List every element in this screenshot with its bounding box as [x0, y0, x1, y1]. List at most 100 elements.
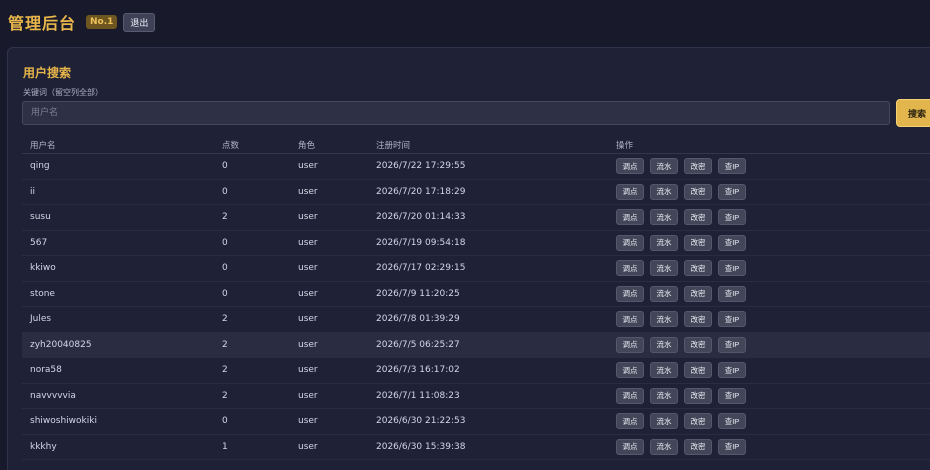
check-ip-button[interactable]: 查IP: [718, 183, 746, 200]
check-ip-button[interactable]: 查IP: [718, 438, 746, 455]
points-cell: 0: [222, 263, 228, 274]
username-search-input[interactable]: [22, 101, 890, 125]
points-cell: 0: [222, 416, 228, 427]
table-row: kkiwo 0 user 2026/7/17 02:29:15 调点 流水 改密 查IP: [22, 256, 930, 282]
check-ip-button[interactable]: 查IP: [718, 311, 746, 328]
change-password-button[interactable]: 改密: [684, 311, 712, 328]
transaction-history-button[interactable]: 流水: [650, 438, 678, 455]
row-actions: 调点 流水 改密 查IP: [616, 209, 746, 226]
check-ip-button[interactable]: 查IP: [718, 158, 746, 175]
change-password-button[interactable]: 改密: [684, 336, 712, 353]
transaction-history-button[interactable]: 流水: [650, 413, 678, 430]
change-password-button[interactable]: 改密: [684, 413, 712, 430]
table-row: kkkhy 1 user 2026/6/30 15:39:38 调点 流水 改密 查IP: [22, 435, 930, 460]
table-row: Jules 2 user 2026/7/8 01:39:29 调点 流水 改密 查IP: [22, 307, 930, 333]
transaction-history-button[interactable]: 流水: [650, 209, 678, 226]
row-actions: 调点 流水 改密 查IP: [616, 234, 746, 251]
column-header-actions: 操作: [616, 140, 634, 151]
adjust-points-button[interactable]: 调点: [616, 413, 644, 430]
transaction-history-button[interactable]: 流水: [650, 234, 678, 251]
check-ip-button[interactable]: 查IP: [718, 285, 746, 302]
change-password-button[interactable]: 改密: [684, 285, 712, 302]
actions-cell: 调点 流水 改密 查IP: [616, 307, 746, 332]
transaction-history-button[interactable]: 流水: [650, 336, 678, 353]
table-row: stone 0 user 2026/7/9 11:20:25 调点 流水 改密 查IP: [22, 282, 930, 307]
adjust-points-button[interactable]: 调点: [616, 183, 644, 200]
registered-time-cell: 2026/7/8 01:39:29: [376, 314, 460, 325]
actions-cell: 调点 流水 改密 查IP: [616, 358, 746, 383]
registered-time-cell: 2026/7/20 17:18:29: [376, 186, 466, 197]
row-actions: 调点 流水 改密 查IP: [616, 158, 746, 175]
role-cell: user: [298, 237, 318, 248]
adjust-points-button[interactable]: 调点: [616, 285, 644, 302]
change-password-button[interactable]: 改密: [684, 183, 712, 200]
table-row: zyh20040825 2 user 2026/7/5 06:25:27 调点 流水 改密查…: [22, 332, 930, 358]
check-ip-button[interactable]: 查IP: [718, 362, 746, 379]
check-ip-button[interactable]: 查IP: [718, 260, 746, 277]
transaction-history-button[interactable]: 流水: [650, 285, 678, 302]
row-actions: 调点 流水 改密 查IP: [616, 260, 746, 277]
transaction-history-button[interactable]: 流水: [650, 158, 678, 175]
actions-cell: 调点 流水 改密 查IP: [616, 333, 746, 358]
username-cell: susu: [30, 212, 51, 223]
transaction-history-button[interactable]: 流水: [650, 183, 678, 200]
check-ip-button[interactable]: 查IP: [718, 387, 746, 404]
role-cell: user: [298, 339, 318, 350]
search-button[interactable]: 搜索: [896, 99, 930, 127]
table-row: navvvvvia 2 user 2026/7/1 11:08:23 调点 流水 改密 查IP: [22, 384, 930, 409]
change-password-button[interactable]: 改密: [684, 438, 712, 455]
actions-cell: 调点 流水 改密 查IP: [616, 231, 746, 256]
adjust-points-button[interactable]: 调点: [616, 260, 644, 277]
adjust-points-button[interactable]: 调点: [616, 387, 644, 404]
actions-cell: 调点 流水 改密 查IP: [616, 154, 746, 179]
table-row: susu 2 user 2026/7/20 01:14:33 调点 流水 改密 查IP: [22, 205, 930, 231]
username-cell: qing: [30, 161, 50, 172]
adjust-points-button[interactable]: 调点: [616, 158, 644, 175]
change-password-button[interactable]: 改密: [684, 387, 712, 404]
adjust-points-button[interactable]: 调点: [616, 336, 644, 353]
username-cell: nora58: [30, 365, 62, 376]
transaction-history-button[interactable]: 流水: [650, 362, 678, 379]
transaction-history-button[interactable]: 流水: [650, 311, 678, 328]
check-ip-button[interactable]: 查IP: [718, 336, 746, 353]
registered-time-cell: 2026/7/5 06:25:27: [376, 339, 460, 350]
change-password-button[interactable]: 改密: [684, 158, 712, 175]
adjust-points-button[interactable]: 调点: [616, 362, 644, 379]
transaction-history-button[interactable]: 流水: [650, 387, 678, 404]
actions-cell: 调点 流水 改密 查IP: [616, 282, 746, 307]
adjust-points-button[interactable]: 调点: [616, 209, 644, 226]
points-cell: 2: [222, 339, 228, 350]
logout-button[interactable]: 退出: [123, 12, 156, 32]
username-cell: kkkhy: [30, 441, 57, 452]
username-cell: shiwoshiwokiki: [30, 416, 97, 427]
role-cell: user: [298, 288, 318, 299]
row-actions: 调点 流水 改密 查IP: [616, 413, 746, 430]
check-ip-button[interactable]: 查IP: [718, 413, 746, 430]
app-title: 管理后台: [8, 14, 77, 33]
change-password-button[interactable]: 改密: [684, 362, 712, 379]
adjust-points-button[interactable]: 调点: [616, 311, 644, 328]
registered-time-cell: 2026/7/20 01:14:33: [376, 212, 466, 223]
registered-time-cell: 2026/6/30 15:39:38: [376, 441, 466, 452]
actions-cell: 调点 流水 改密 查IP: [616, 384, 746, 409]
change-password-button[interactable]: 改密: [684, 234, 712, 251]
points-cell: 0: [222, 186, 228, 197]
registered-time-cell: 2026/7/9 11:20:25: [376, 288, 460, 299]
change-password-button[interactable]: 改密: [684, 209, 712, 226]
table-row: nora58 2 user 2026/7/3 16:17:02 调点 流水 改密 查IP: [22, 358, 930, 384]
transaction-history-button[interactable]: 流水: [650, 260, 678, 277]
role-cell: user: [298, 314, 318, 325]
row-actions: 调点 流水 改密 查IP: [616, 285, 746, 302]
registered-time-cell: 2026/7/22 17:29:55: [376, 161, 466, 172]
adjust-points-button[interactable]: 调点: [616, 234, 644, 251]
role-cell: user: [298, 441, 318, 452]
points-cell: 0: [222, 288, 228, 299]
change-password-button[interactable]: 改密: [684, 260, 712, 277]
registered-time-cell: 2026/6/30 21:22:53: [376, 416, 466, 427]
table-row: ii 0 user 2026/7/20 17:18:29 调点 流水 改密 查IP: [22, 180, 930, 205]
check-ip-button[interactable]: 查IP: [718, 234, 746, 251]
check-ip-button[interactable]: 查IP: [718, 209, 746, 226]
adjust-points-button[interactable]: 调点: [616, 438, 644, 455]
username-cell: ii: [30, 186, 36, 197]
role-cell: user: [298, 212, 318, 223]
